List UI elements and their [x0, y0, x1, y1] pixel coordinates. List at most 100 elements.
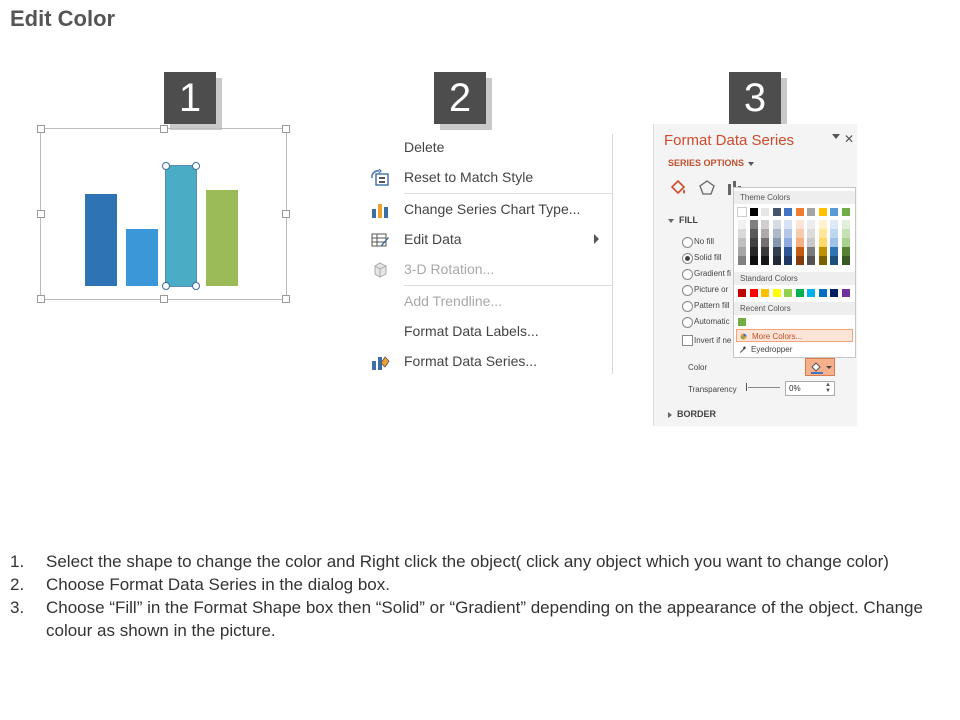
fill-section-header[interactable]: FILL [668, 215, 698, 225]
theme-shade-swatch[interactable] [795, 229, 804, 238]
theme-shade-swatch[interactable] [784, 238, 792, 247]
theme-shade-swatch[interactable] [749, 229, 758, 238]
theme-shade-swatch[interactable] [830, 229, 838, 238]
theme-shade-swatch[interactable] [772, 220, 781, 229]
theme-shade-swatch[interactable] [841, 220, 850, 229]
bar-selection-handle[interactable] [162, 282, 170, 290]
menu-item-3d-rotation[interactable]: 3-D Rotation... [366, 256, 613, 284]
theme-color-swatch[interactable] [749, 208, 758, 216]
series-options-dropdown[interactable]: SERIES OPTIONS [668, 158, 755, 168]
theme-shade-swatch[interactable] [795, 247, 804, 256]
menu-item-edit-data[interactable]: Edit Data [366, 226, 613, 254]
chart-bar-2[interactable] [126, 229, 158, 286]
standard-color-swatch[interactable] [761, 289, 769, 297]
pane-options-icon[interactable] [832, 134, 840, 139]
theme-color-swatch[interactable] [737, 207, 747, 217]
theme-shade-swatch[interactable] [841, 238, 850, 247]
theme-shade-swatch[interactable] [784, 247, 792, 256]
standard-color-swatch[interactable] [784, 289, 792, 297]
resize-handle-right[interactable] [282, 210, 290, 218]
pattern-fill-radio[interactable] [682, 301, 693, 312]
theme-shade-swatch[interactable] [830, 220, 838, 229]
theme-shade-swatch[interactable] [738, 256, 746, 265]
automatic-fill-radio[interactable] [682, 317, 693, 328]
chart-area[interactable] [37, 125, 290, 303]
resize-handle-tr[interactable] [282, 125, 290, 133]
menu-item-format-data-series[interactable]: Format Data Series... [366, 348, 613, 376]
chart-bar-4[interactable] [206, 190, 238, 286]
theme-shade-swatch[interactable] [772, 238, 781, 247]
theme-shade-swatch[interactable] [795, 238, 804, 247]
theme-shade-swatch[interactable] [830, 247, 838, 256]
theme-shade-swatch[interactable] [818, 229, 827, 238]
gradient-fill-radio[interactable] [682, 269, 693, 280]
menu-item-format-data-labels[interactable]: Format Data Labels... [366, 318, 613, 346]
fill-color-button[interactable] [805, 358, 835, 376]
resize-handle-bl[interactable] [37, 295, 45, 303]
theme-shade-swatch[interactable] [749, 238, 758, 247]
standard-color-swatch[interactable] [749, 289, 758, 297]
theme-color-swatch[interactable] [841, 208, 850, 216]
theme-shade-swatch[interactable] [818, 238, 827, 247]
theme-shade-swatch[interactable] [784, 229, 792, 238]
eyedropper-item[interactable]: Eyedropper [736, 343, 853, 356]
theme-shade-swatch[interactable] [772, 247, 781, 256]
fill-line-tab-icon[interactable] [668, 178, 688, 198]
resize-handle-bottom[interactable] [160, 295, 168, 303]
standard-color-swatch[interactable] [830, 289, 838, 297]
resize-handle-br[interactable] [282, 295, 290, 303]
theme-shade-swatch[interactable] [818, 247, 827, 256]
standard-color-swatch[interactable] [818, 289, 827, 297]
theme-shade-swatch[interactable] [761, 247, 769, 256]
theme-color-swatch[interactable] [830, 208, 838, 216]
theme-shade-swatch[interactable] [807, 238, 815, 247]
theme-shade-swatch[interactable] [784, 256, 792, 265]
theme-shade-swatch[interactable] [772, 256, 781, 265]
theme-shade-swatch[interactable] [761, 238, 769, 247]
standard-color-swatch[interactable] [841, 289, 850, 297]
theme-shade-swatch[interactable] [749, 220, 758, 229]
border-section-header[interactable]: BORDER [668, 409, 716, 419]
standard-color-swatch[interactable] [795, 289, 804, 297]
invert-if-negative-checkbox[interactable] [682, 335, 693, 346]
theme-shade-swatch[interactable] [841, 247, 850, 256]
resize-handle-left[interactable] [37, 210, 45, 218]
recent-color-swatch[interactable] [738, 318, 746, 326]
bar-selection-handle[interactable] [192, 162, 200, 170]
theme-color-swatch[interactable] [807, 208, 815, 216]
menu-item-delete[interactable]: Delete [366, 134, 613, 162]
theme-color-swatch[interactable] [772, 208, 781, 216]
theme-shade-swatch[interactable] [772, 229, 781, 238]
standard-color-swatch[interactable] [807, 289, 815, 297]
menu-item-reset-style[interactable]: Reset to Match Style [366, 164, 613, 192]
theme-shade-swatch[interactable] [830, 238, 838, 247]
theme-shade-swatch[interactable] [807, 256, 815, 265]
theme-color-swatch[interactable] [784, 208, 792, 216]
chart-bar-3[interactable] [165, 165, 197, 287]
no-fill-radio[interactable] [682, 237, 693, 248]
theme-color-swatch[interactable] [795, 208, 804, 216]
theme-shade-swatch[interactable] [761, 220, 769, 229]
theme-shade-swatch[interactable] [761, 229, 769, 238]
theme-shade-swatch[interactable] [784, 220, 792, 229]
standard-color-swatch[interactable] [772, 289, 781, 297]
theme-shade-swatch[interactable] [738, 247, 746, 256]
transparency-input[interactable]: 0% ▲ ▼ [785, 381, 835, 396]
transparency-slider-thumb[interactable] [746, 383, 747, 391]
more-colors-item[interactable]: More Colors... [736, 329, 853, 342]
theme-shade-swatch[interactable] [749, 256, 758, 265]
theme-shade-swatch[interactable] [738, 229, 746, 238]
theme-color-swatch[interactable] [761, 208, 769, 216]
theme-shade-swatch[interactable] [807, 220, 815, 229]
theme-color-swatch[interactable] [818, 208, 827, 216]
chart-bar-1[interactable] [85, 194, 117, 286]
standard-color-swatch[interactable] [738, 289, 746, 297]
theme-shade-swatch[interactable] [818, 256, 827, 265]
menu-item-change-chart-type[interactable]: Change Series Chart Type... [366, 196, 613, 224]
theme-shade-swatch[interactable] [807, 229, 815, 238]
close-icon[interactable]: ✕ [844, 132, 854, 146]
theme-shade-swatch[interactable] [738, 220, 746, 229]
bar-selection-handle[interactable] [192, 282, 200, 290]
theme-shade-swatch[interactable] [795, 256, 804, 265]
resize-handle-tl[interactable] [37, 125, 45, 133]
